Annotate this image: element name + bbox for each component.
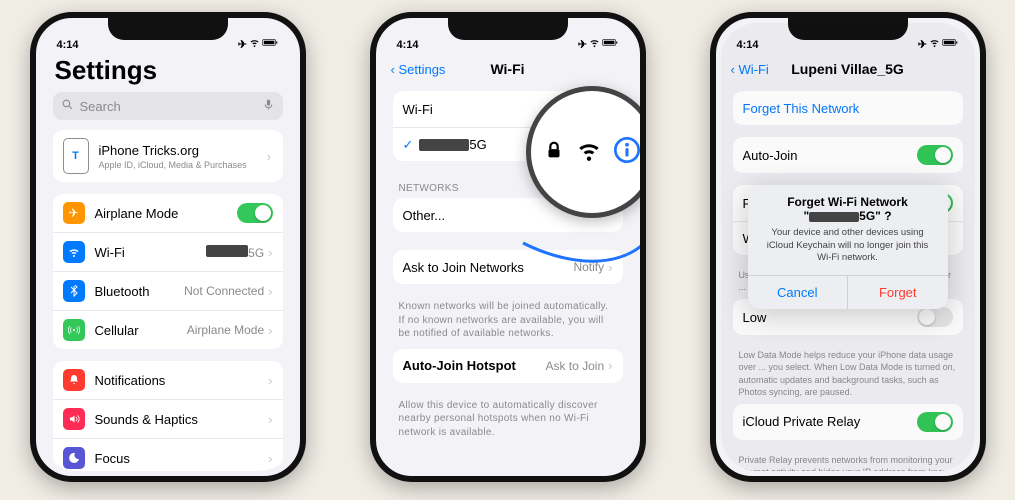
forget-alert: Forget Wi-Fi Network "5G" ? Your device … [748,185,948,308]
chevron-right-icon: › [267,149,271,164]
chevron-right-icon: › [268,245,272,260]
battery-icon [262,37,279,51]
notch [448,18,568,40]
back-button[interactable]: ‹ Settings [391,62,446,77]
airplane-icon: ✈︎ [578,38,587,51]
row-bluetooth[interactable]: Bluetooth Not Connected › [53,271,283,310]
row-sounds[interactable]: Sounds & Haptics› [53,399,283,438]
nav-title: Wi-Fi [490,61,524,77]
notifications-group: Notifications› Sounds & Haptics› Focus› … [53,361,283,471]
chevron-right-icon: › [268,323,272,338]
chevron-right-icon: › [268,284,272,299]
callout-arrow [553,183,646,283]
wifi-icon [589,37,600,51]
moon-icon [63,447,85,469]
search-icon [61,98,74,114]
row-notifications[interactable]: Notifications› [53,361,283,399]
airplane-icon: ✈︎ [63,202,85,224]
speaker-icon [63,408,85,430]
row-cellular[interactable]: Cellular Airplane Mode › [53,310,283,349]
airplane-toggle[interactable] [237,203,273,223]
bell-icon [63,369,85,391]
row-auto-hotspot[interactable]: Auto-Join Hotspot Ask to Join › [393,349,623,383]
search-placeholder: Search [80,99,121,114]
alert-backdrop: Forget Wi-Fi Network "5G" ? Your device … [721,23,975,471]
device-icon [63,138,89,174]
status-icons: ✈︎ [238,37,279,51]
wifi-icon [576,137,602,168]
alert-forget-button[interactable]: Forget [847,276,948,309]
row-focus[interactable]: Focus› [53,438,283,471]
mic-icon[interactable] [262,98,275,114]
phone-1: 4:14 ✈︎ Settings Search [30,12,306,482]
row-wifi[interactable]: Wi-Fi 5G › [53,232,283,271]
alert-cancel-button[interactable]: Cancel [748,276,848,309]
status-time: 4:14 [57,39,79,51]
row-airplane-mode[interactable]: ✈︎ Airplane Mode [53,194,283,232]
page-title: Settings [41,53,295,92]
phone-3: 4:14 ✈︎ ‹ Wi-Fi Lupeni Villae_5G Forget … [710,12,986,482]
apple-id-name: iPhone Tricks.org [99,143,247,158]
battery-icon [602,37,619,51]
airplane-icon: ✈︎ [238,38,247,51]
bluetooth-icon [63,280,85,302]
ask-footer: Known networks will be joined automatica… [381,296,635,349]
auto-footer: Allow this device to automatically disco… [381,395,635,448]
network-name-redacted [419,139,469,151]
connectivity-group: ✈︎ Airplane Mode Wi-Fi 5G › Bluetooth No… [53,194,283,349]
search-input[interactable]: Search [53,92,283,120]
wifi-icon [249,37,260,51]
alert-message: Your device and other devices using iClo… [748,223,948,274]
phone-2: 4:14 ✈︎ ‹ Settings Wi-Fi Wi-Fi ✓ 5G [370,12,646,482]
apple-id-card[interactable]: iPhone Tricks.org Apple ID, iCloud, Medi… [53,130,283,182]
check-icon: ✓ [403,137,414,153]
cellular-icon [63,319,85,341]
info-icon [613,136,641,169]
status-time: 4:14 [397,39,419,51]
nav-bar: ‹ Settings Wi-Fi [381,53,635,85]
apple-id-sub: Apple ID, iCloud, Media & Purchases [99,160,247,170]
lock-icon [543,139,565,166]
wifi-icon [63,241,85,263]
notch [108,18,228,40]
wifi-value: 5G [206,245,264,260]
alert-title: Forget Wi-Fi Network "5G" ? [748,185,948,223]
